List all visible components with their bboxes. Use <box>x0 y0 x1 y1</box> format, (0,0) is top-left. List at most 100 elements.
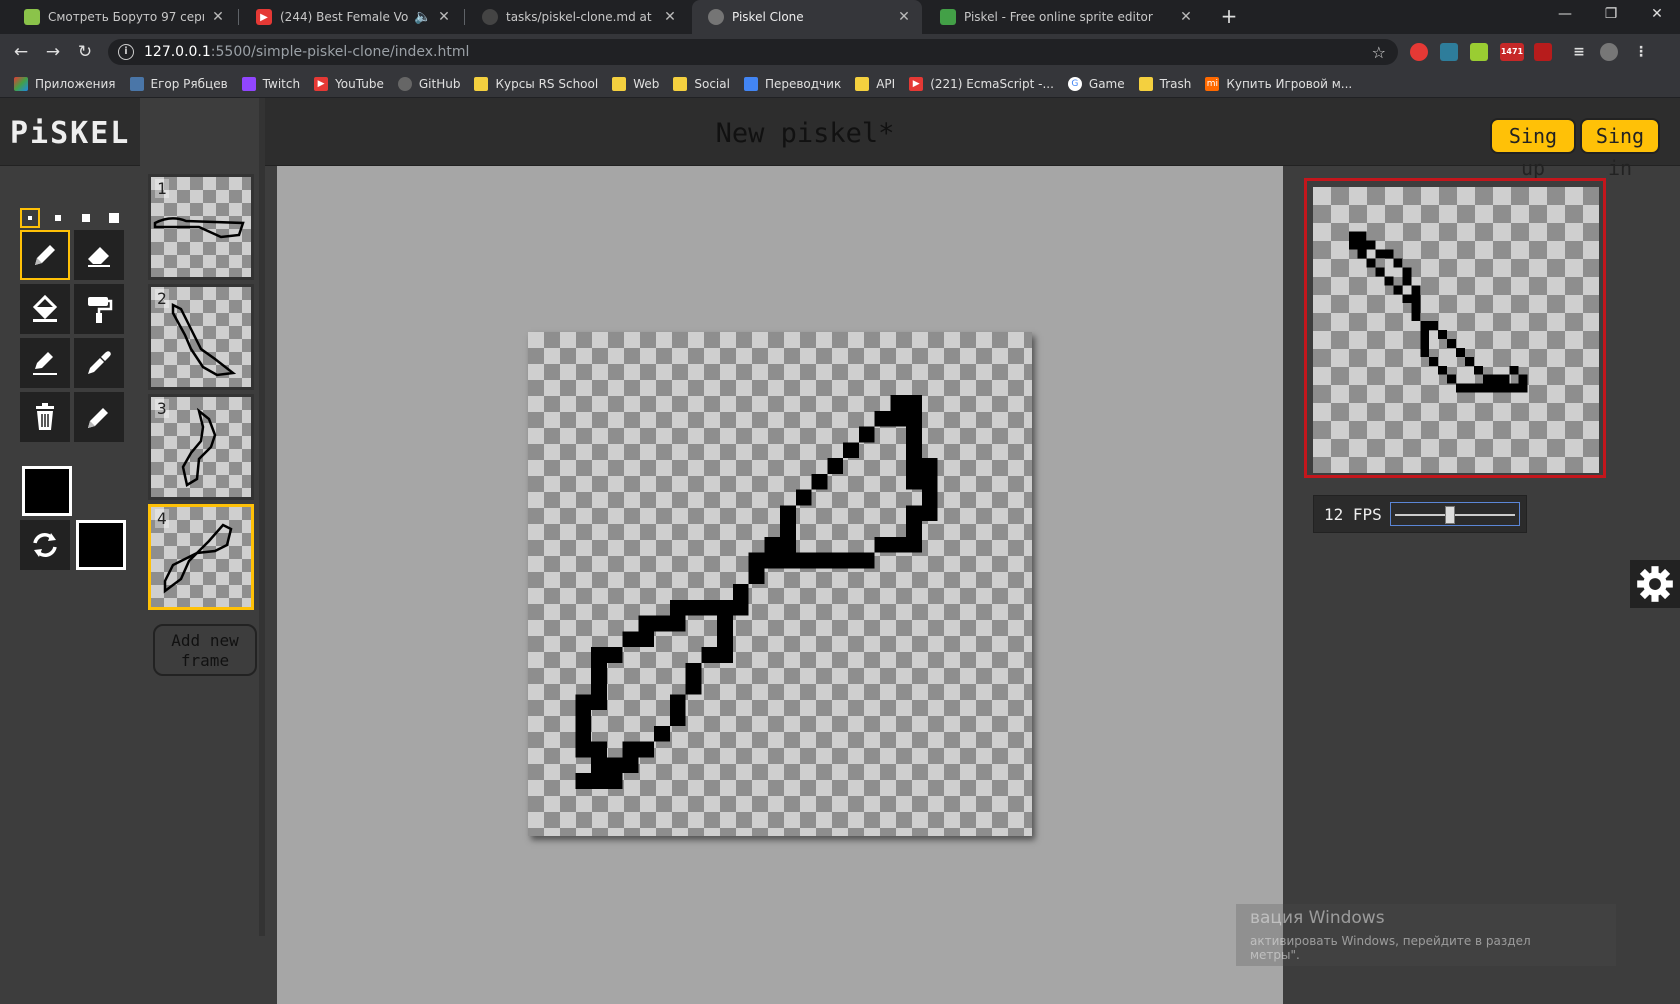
twitch-icon <box>241 76 256 91</box>
frame-thumbnail-active[interactable]: 4 <box>148 504 254 610</box>
bookmark-label: YouTube <box>335 76 384 91</box>
sign-in-button[interactable]: Sing in <box>1580 118 1660 180</box>
fps-label: 12 FPS <box>1324 505 1382 524</box>
fps-slider-thumb[interactable] <box>1444 506 1455 524</box>
pen-size-2[interactable] <box>48 208 68 228</box>
profile-avatar[interactable] <box>1600 43 1618 61</box>
bookmark-folder[interactable]: Web <box>612 76 660 91</box>
reload-icon[interactable]: ↻ <box>74 41 96 63</box>
browser-tab[interactable]: Piskel - Free online sprite editor ✕ <box>924 0 1204 34</box>
paint-roller-tool-button[interactable] <box>74 284 124 334</box>
bookmark-label: Купить Игровой м... <box>1226 76 1353 91</box>
restore-button[interactable]: ❐ <box>1588 0 1634 30</box>
bookmark-label: Приложения <box>35 76 116 91</box>
adblock-extension-icon[interactable] <box>1410 43 1428 61</box>
bookmark-item[interactable]: GitHub <box>397 76 460 91</box>
pen-size-4[interactable] <box>104 208 124 228</box>
tab-separator <box>464 9 465 25</box>
tab-close-icon[interactable]: ✕ <box>896 9 912 25</box>
bookmark-label: Web <box>633 76 660 91</box>
bookmark-folder[interactable]: Trash <box>1138 76 1191 91</box>
bookmark-label: Social <box>694 76 730 91</box>
bookmark-item[interactable]: ▶ (221) EcmaScript -... <box>909 76 1054 91</box>
pen-size-1[interactable] <box>20 208 40 228</box>
media-control-icon[interactable]: ≡ <box>1570 43 1588 61</box>
tab-title: Piskel Clone <box>732 10 804 24</box>
swap-colors-button[interactable] <box>20 520 70 570</box>
drawing-canvas[interactable] <box>528 332 1032 836</box>
bookmark-item[interactable]: mi Купить Игровой м... <box>1205 76 1353 91</box>
settings-button[interactable] <box>1630 560 1680 608</box>
new-tab-button[interactable]: + <box>1216 4 1242 30</box>
github-icon <box>397 76 412 91</box>
browser-tab[interactable]: Смотреть Боруто 97 серия (3 се ✕ <box>8 0 236 34</box>
pen-size-3[interactable] <box>76 208 96 228</box>
piskel-favicon <box>940 9 956 25</box>
tab-title: Piskel - Free online sprite editor <box>964 10 1153 24</box>
stroke-tool-button[interactable] <box>20 338 70 388</box>
frame-thumbnail[interactable]: 2 <box>148 284 254 390</box>
browser-tab[interactable]: ▶ (244) Best Female Vocal Drum 🔈 ✕ <box>240 0 462 34</box>
browser-tab-active[interactable]: Piskel Clone ✕ <box>692 0 922 34</box>
lighten-pen-icon <box>88 408 108 428</box>
back-arrow-icon[interactable]: ← <box>10 41 32 63</box>
lighten-tool-button[interactable] <box>74 392 124 442</box>
minimize-button[interactable]: — <box>1542 0 1588 30</box>
frame-drawing <box>171 302 237 377</box>
bookmark-label: API <box>876 76 896 91</box>
vk-icon <box>129 76 144 91</box>
folder-icon <box>1138 76 1153 91</box>
browser-tab-bar: Смотреть Боруто 97 серия (3 се ✕ ▶ (244)… <box>0 0 1680 34</box>
forward-arrow-icon[interactable]: → <box>42 41 64 63</box>
fps-slider[interactable] <box>1390 502 1520 526</box>
clear-tool-button[interactable] <box>20 392 70 442</box>
translate-extension-icon[interactable] <box>1440 43 1458 61</box>
pen-tool-button[interactable] <box>20 230 70 280</box>
mail-extension-icon[interactable]: 1471 <box>1500 43 1524 61</box>
site-info-icon[interactable]: i <box>118 44 134 60</box>
menu-kebab-icon[interactable]: ⋮ <box>1632 43 1650 61</box>
tab-favicon <box>24 9 40 25</box>
address-bar[interactable]: i 127.0.0.1:5500/simple-piskel-clone/ind… <box>108 39 1398 65</box>
watermark-text: активировать Windows, перейдите в раздел… <box>1250 934 1531 962</box>
sign-up-button[interactable]: Sing up <box>1490 118 1576 180</box>
color-extension-icon[interactable] <box>1470 43 1488 61</box>
pdf-extension-icon[interactable] <box>1534 43 1552 61</box>
bookmark-item[interactable]: Приложения <box>14 76 116 91</box>
tab-close-icon[interactable]: ✕ <box>436 9 452 25</box>
add-new-frame-button[interactable]: Add new frame <box>153 624 257 676</box>
tab-title: tasks/piskel-clone.md at master · <box>506 10 656 24</box>
stroke-icon <box>33 352 57 375</box>
document-title[interactable]: New piskel* <box>690 118 920 149</box>
bookmark-item[interactable]: ▶ YouTube <box>314 76 384 91</box>
bucket-tool-button[interactable] <box>20 284 70 334</box>
bookmark-folder[interactable]: Курсы RS School <box>474 76 598 91</box>
bookmark-item[interactable]: Егор Рябцев <box>129 76 228 91</box>
bookmark-folder[interactable]: API <box>855 76 896 91</box>
bookmark-item[interactable]: G Game <box>1067 76 1125 91</box>
globe-icon <box>708 9 724 25</box>
tab-separator <box>238 9 239 25</box>
secondary-color-swatch[interactable] <box>76 520 126 570</box>
tab-close-icon[interactable]: ✕ <box>1178 9 1194 25</box>
tab-mute-icon[interactable]: 🔈 <box>414 9 431 25</box>
tab-close-icon[interactable]: ✕ <box>662 9 678 25</box>
close-window-button[interactable]: ✕ <box>1634 0 1680 30</box>
bookmark-item[interactable]: Twitch <box>241 76 300 91</box>
color-picker-icon <box>88 351 111 374</box>
bookmark-star-icon[interactable]: ☆ <box>1372 43 1386 62</box>
bookmark-folder[interactable]: Social <box>673 76 730 91</box>
browser-toolbar: ← → ↻ i 127.0.0.1:5500/simple-piskel-clo… <box>0 34 1680 70</box>
url-path: :5500/simple-piskel-clone/index.html <box>210 44 470 60</box>
tab-close-icon[interactable]: ✕ <box>210 9 226 25</box>
frame-thumbnail[interactable]: 3 <box>148 394 254 500</box>
eraser-tool-button[interactable] <box>74 230 124 280</box>
watermark-line: активировать Windows, перейдите в раздел <box>1250 934 1531 948</box>
swap-icon <box>33 533 57 557</box>
color-picker-tool-button[interactable] <box>74 338 124 388</box>
frame-thumbnail[interactable]: 1 <box>148 174 254 280</box>
primary-color-swatch[interactable] <box>22 466 72 516</box>
bookmark-item[interactable]: Переводчик <box>743 76 841 91</box>
browser-tab[interactable]: tasks/piskel-clone.md at master · ✕ <box>466 0 688 34</box>
preview-canvas <box>1313 187 1599 473</box>
